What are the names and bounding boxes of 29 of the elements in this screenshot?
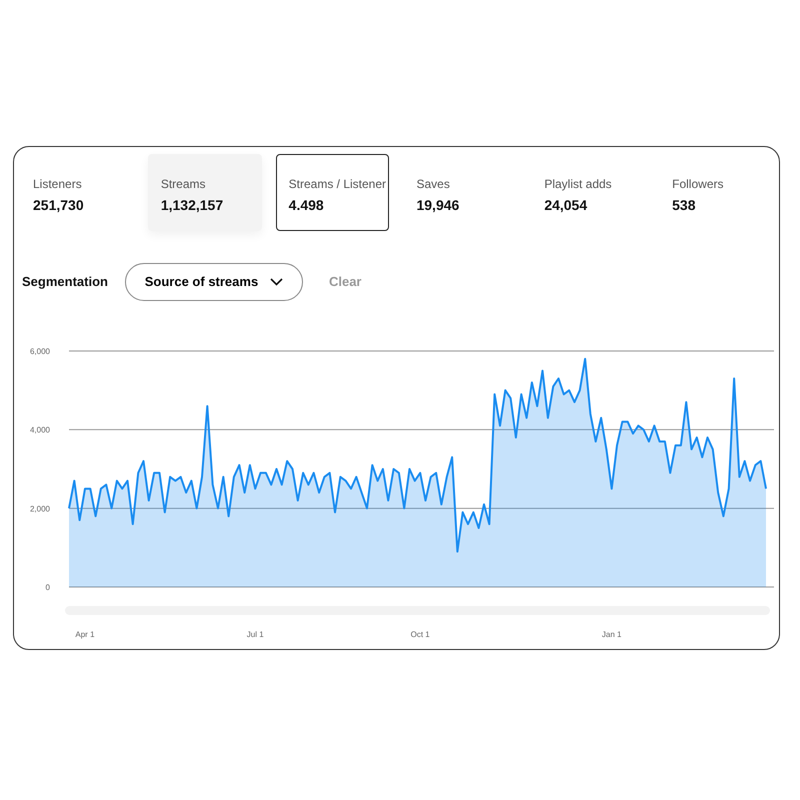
- metric-tile[interactable]: Listeners 251,730: [20, 154, 134, 231]
- x-tick-label: Apr 1: [75, 630, 95, 639]
- metric-value: 251,730: [33, 196, 85, 215]
- metric-label: Playlist adds: [544, 176, 613, 193]
- source-dropdown[interactable]: Source of streams: [124, 263, 303, 301]
- x-tick-label: Jan 1: [602, 630, 622, 639]
- y-tick-label: 6,000: [30, 347, 50, 356]
- metric-value: 4.498: [288, 196, 325, 215]
- metric-label: Streams: [160, 176, 207, 193]
- metric-tile[interactable]: Streams / Listener 4.498: [276, 154, 390, 231]
- metric-label: Streams / Listener: [288, 176, 388, 193]
- metric-value: 538: [672, 196, 696, 215]
- segmentation-label: Segmentation: [22, 273, 108, 292]
- y-tick-label: 2,000: [30, 504, 50, 514]
- y-tick-label: 0: [46, 583, 50, 592]
- metric-tile[interactable]: Streams 1,132,157: [148, 154, 262, 231]
- metric-value: 19,946: [416, 196, 460, 215]
- metric-label: Listeners: [33, 176, 83, 193]
- metric-label: Followers: [672, 176, 724, 193]
- x-tick-label: Oct 1: [410, 630, 430, 639]
- metric-tile[interactable]: Playlist adds 24,054: [531, 154, 646, 231]
- metric-tile[interactable]: Followers 538: [659, 154, 773, 231]
- metric-label: Saves: [416, 176, 451, 193]
- metric-value: 1,132,157: [160, 196, 224, 215]
- chevron-down-icon: [270, 278, 284, 286]
- metric-value: 24,054: [544, 196, 588, 215]
- x-tick-label: Jul 1: [246, 630, 264, 639]
- y-tick-label: 4,000: [30, 426, 50, 435]
- metric-tile[interactable]: Saves 19,946: [403, 154, 518, 231]
